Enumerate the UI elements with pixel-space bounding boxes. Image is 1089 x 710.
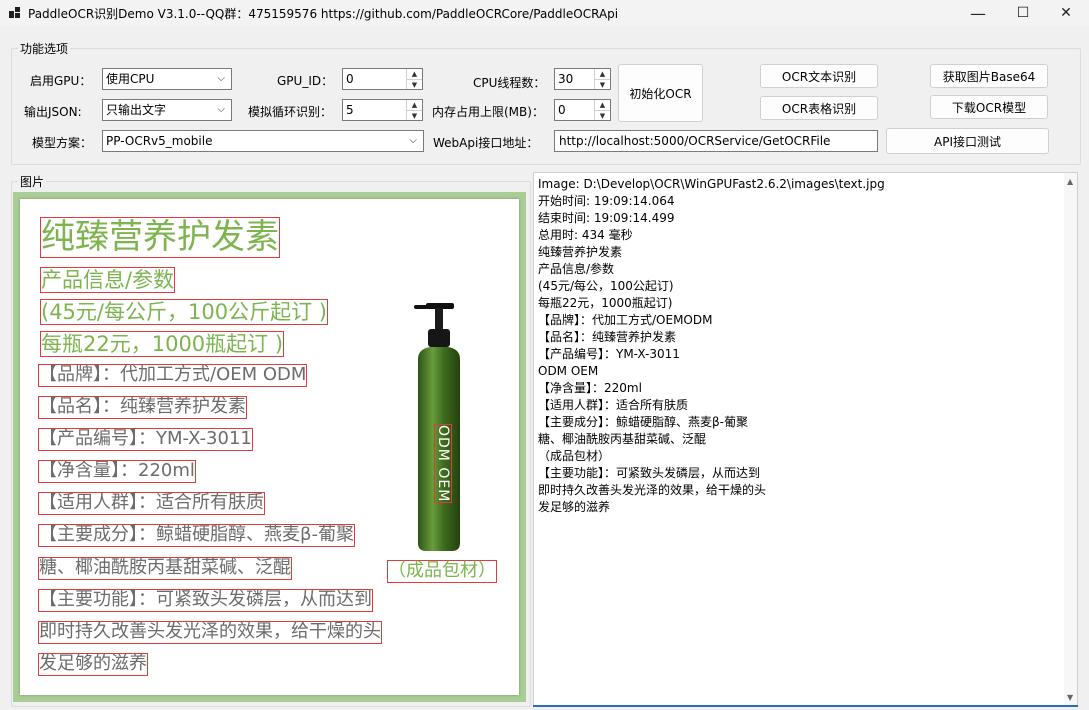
result-line: 【产品编号】：YM-X-3011: [538, 347, 680, 361]
model-select[interactable]: PP-OCRv5_mobile ⌵: [102, 130, 424, 152]
chevron-down-icon: ⌵: [217, 73, 225, 84]
ocr-text-box: 糖、椰油酰胺丙基甜菜碱、泛醌: [38, 557, 292, 580]
gpu-id-stepper[interactable]: 0 ▲ ▼: [342, 68, 423, 90]
scroll-down-icon[interactable]: ▼: [1067, 693, 1073, 702]
maximize-button[interactable]: ☐: [1000, 0, 1046, 26]
ocr-text-box: 即时持久改善头发光泽的效果，给干燥的头: [38, 621, 382, 644]
model-select-value: PP-OCRv5_mobile: [106, 134, 213, 148]
result-line: 开始时间: 19:09:14.064: [538, 194, 675, 208]
ocr-text-box: 【净含量】：220ml: [38, 460, 196, 483]
json-label: 输出JSON:: [24, 105, 82, 119]
result-line: 总用时: 434 毫秒: [538, 228, 633, 242]
spin-up-icon[interactable]: ▲: [595, 69, 610, 80]
ocr-text-box: 【产品编号】：YM-X-3011: [38, 428, 253, 451]
result-line: 【主要功能】：可紧致头发磷层，从而达到: [538, 466, 761, 480]
result-line: 【主要成分】：鲸蜡硬脂醇、燕麦β-葡聚: [538, 415, 748, 429]
ocr-text-box: 纯臻营养护发素: [40, 217, 280, 259]
download-model-button[interactable]: 下载OCR模型: [930, 95, 1048, 119]
mem-stepper[interactable]: 0 ▲ ▼: [554, 99, 611, 121]
scroll-up-icon[interactable]: ▲: [1067, 177, 1073, 186]
model-label: 模型方案：: [32, 136, 93, 150]
cpu-threads-label: CPU线程数：: [473, 76, 546, 90]
ocr-text-box: 产品信息/参数: [40, 267, 176, 294]
ocr-text-box: （成品包材）: [387, 560, 497, 583]
vertical-scrollbar[interactable]: ▲ ▼: [1064, 173, 1077, 706]
webapi-label: WebApi接口地址：: [433, 136, 539, 150]
ocr-text-box: 【品牌】：代加工方式/OEM ODM: [38, 364, 308, 387]
minimize-button[interactable]: —: [955, 0, 1001, 26]
ocr-text-box: (45元/每公斤，100公斤起订 ): [40, 299, 328, 326]
spin-down-icon[interactable]: ▼: [595, 80, 610, 90]
ocr-text-box: 【主要成分】：鲸蜡硬脂醇、燕麦β-葡聚: [38, 524, 355, 547]
title-bar: PaddleOCR识别Demo V3.1.0--QQ群：475159576 ht…: [0, 0, 1089, 26]
gpu-select-value: 使用CPU: [106, 72, 155, 86]
result-line: Image: D:\Develop\OCR\WinGPUFast2.6.2\im…: [538, 177, 885, 191]
spin-up-icon[interactable]: ▲: [407, 69, 422, 80]
api-test-button[interactable]: API接口测试: [886, 128, 1049, 154]
spin-down-icon[interactable]: ▼: [407, 80, 422, 90]
gpu-label: 启用GPU：: [30, 74, 92, 88]
options-group-label: 功能选项: [18, 40, 71, 57]
ocr-text-box: 【适用人群】：适合所有肤质: [38, 492, 265, 515]
ocr-text-box: 每瓶22元，1000瓶起订 ): [40, 331, 285, 358]
product-image: 纯臻营养护发素产品信息/参数 (45元/每公斤，100公斤起订 ) 每瓶22元，10…: [20, 199, 519, 695]
loop-stepper[interactable]: 5 ▲ ▼: [342, 99, 423, 121]
result-line: 【品牌】：代加工方式/OEMODM: [538, 313, 713, 327]
gpu-select[interactable]: 使用CPU ⌵: [102, 68, 232, 90]
ocr-text-box: 【主要功能】：可紧致头发磷层，从而达到: [38, 589, 373, 612]
close-button[interactable]: ✕: [1043, 0, 1089, 26]
focus-underline: [533, 705, 1078, 707]
cpu-threads-spin-buttons[interactable]: ▲ ▼: [594, 69, 610, 89]
result-line: 纯臻营养护发素: [538, 245, 623, 259]
mem-spin-buttons[interactable]: ▲ ▼: [594, 100, 610, 120]
mem-value: 0: [558, 103, 566, 117]
app-icon: [9, 7, 20, 18]
result-textbox[interactable]: Image: D:\Develop\OCR\WinGPUFast2.6.2\im…: [533, 172, 1078, 707]
result-line: （成品包材）: [538, 449, 611, 463]
mem-label: 内存占用上限(MB)：: [432, 105, 544, 119]
ocr-text-box: ODM OEM: [434, 424, 453, 504]
loop-label: 模拟循环识别：: [248, 105, 333, 119]
loop-spin-buttons[interactable]: ▲ ▼: [406, 100, 422, 120]
spin-up-icon[interactable]: ▲: [407, 100, 422, 111]
cpu-threads-value: 30: [558, 72, 574, 86]
result-line: 每瓶22元，1000瓶起订): [538, 296, 673, 310]
chevron-down-icon: ⌵: [217, 104, 225, 115]
chevron-down-icon: ⌵: [409, 135, 417, 146]
webapi-url-input[interactable]: http://localhost:5000/OCRService/GetOCRF…: [554, 130, 878, 152]
loop-value: 5: [346, 103, 354, 117]
result-line: 即时持久改善头发光泽的效果，给干燥的头: [538, 483, 767, 497]
result-line: ODM OEM: [538, 364, 599, 378]
ocr-text-button[interactable]: OCR文本识别: [760, 64, 878, 88]
spin-up-icon[interactable]: ▲: [595, 100, 610, 111]
window-title: PaddleOCR识别Demo V3.1.0--QQ群：475159576 ht…: [28, 7, 619, 21]
result-line: 【净含量】：220ml: [538, 381, 642, 395]
image-preview: 纯臻营养护发素产品信息/参数 (45元/每公斤，100公斤起订 ) 每瓶22元，10…: [13, 192, 526, 702]
result-line: 糖、椰油酰胺丙基甜菜碱、泛醌: [538, 432, 707, 446]
init-ocr-button[interactable]: 初始化OCR: [618, 64, 703, 122]
get-base64-button[interactable]: 获取图片Base64: [930, 64, 1048, 88]
result-line: (45元/每公，100公起订): [538, 279, 674, 293]
result-line: 结束时间: 19:09:14.499: [538, 211, 675, 225]
json-select-value: 只输出文字: [106, 103, 167, 117]
image-group-label: 图片: [18, 173, 47, 190]
spin-down-icon[interactable]: ▼: [595, 111, 610, 121]
result-lines: Image: D:\Develop\OCR\WinGPUFast2.6.2\im…: [538, 176, 885, 516]
result-line: 【品名】：纯臻营养护发素: [538, 330, 677, 344]
gpu-id-label: GPU_ID：: [277, 74, 334, 88]
ocr-text-box: 【品名】：纯臻营养护发素: [38, 396, 247, 419]
spin-down-icon[interactable]: ▼: [407, 111, 422, 121]
result-line: 产品信息/参数: [538, 262, 615, 276]
result-line: 发足够的滋养: [538, 500, 611, 514]
json-select[interactable]: 只输出文字 ⌵: [102, 99, 232, 121]
cpu-threads-stepper[interactable]: 30 ▲ ▼: [554, 68, 611, 90]
result-line: 【适用人群】：适合所有肤质: [538, 398, 689, 412]
ocr-text-box: 发足够的滋养: [38, 653, 148, 676]
gpu-id-value: 0: [346, 72, 354, 86]
ocr-table-button[interactable]: OCR表格识别: [760, 96, 878, 120]
gpu-id-spin-buttons[interactable]: ▲ ▼: [406, 69, 422, 89]
